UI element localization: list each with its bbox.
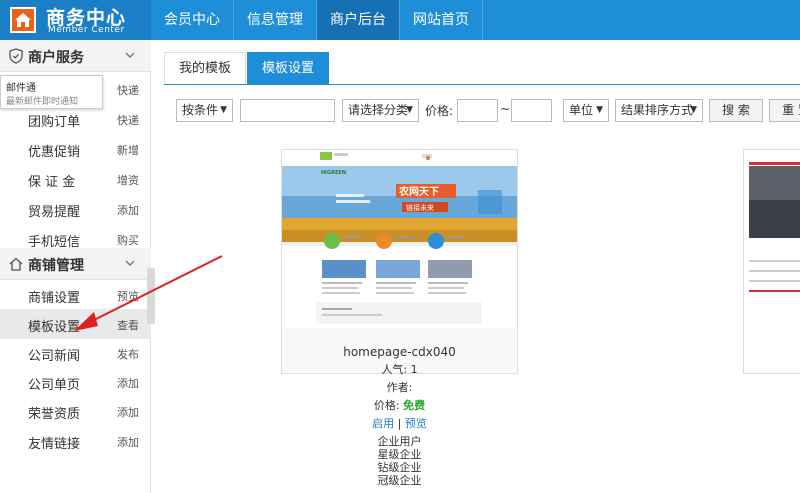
price-min-input[interactable]	[457, 99, 498, 122]
keyword-input[interactable]	[240, 99, 335, 122]
sidebar-item-action[interactable]: 发布	[117, 346, 139, 362]
condition-select[interactable]: 按条件 ▼	[176, 99, 233, 122]
main-nav: 会员中心 信息管理 商户后台 网站首页	[151, 0, 483, 40]
sidebar-item-label: 荣誉资质	[28, 407, 81, 422]
price-max-input[interactable]	[511, 99, 552, 122]
template-card-info: homepage-cdx040 人气: 1 作者: 价格: 免费 启用 | 预览…	[281, 343, 518, 487]
template-preview-image-2	[744, 150, 800, 373]
sort-select[interactable]: 结果排序方式 ▼	[615, 99, 703, 122]
sidebar-item-action[interactable]: 新增	[117, 142, 139, 158]
logo-subtitle: Member Center	[48, 25, 125, 35]
price-value: 免费	[403, 399, 426, 412]
template-author: 作者:	[386, 381, 413, 394]
tab-my-templates[interactable]: 我的模板	[164, 52, 247, 85]
section-label: 商铺管理	[28, 258, 84, 274]
sidebar-item-friend-links[interactable]: 友情链接 添加	[0, 426, 151, 456]
template-thumbnail-2[interactable]	[743, 149, 800, 374]
sidebar-item-template-settings[interactable]: 模板设置 查看	[0, 309, 151, 339]
level-crown-enterprise: 冠级企业	[377, 474, 422, 487]
sidebar-item-label: 保 证 金	[28, 175, 76, 190]
sidebar-item-company-pages[interactable]: 公司单页 添加	[0, 367, 151, 397]
price-label: 价格:	[373, 399, 400, 412]
home-icon	[10, 7, 36, 33]
chevron-down-icon	[125, 260, 135, 266]
nav-merchant-backend[interactable]: 商户后台	[317, 0, 400, 40]
section-label: 商户服务	[28, 50, 84, 66]
preview-link[interactable]: 预览	[405, 417, 427, 430]
action-separator: |	[397, 417, 402, 430]
sidebar-item-trade-alerts[interactable]: 贸易提醒 添加	[0, 194, 151, 224]
sidebar-item-label: 优惠促销	[28, 145, 81, 160]
logo[interactable]: 商务中心 Member Center	[0, 0, 151, 40]
dropdown-arrow-icon: ▼	[596, 105, 603, 115]
sidebar-item-label: 公司新闻	[28, 349, 81, 364]
level-diamond-enterprise: 钻级企业	[377, 461, 422, 474]
nav-site-home[interactable]: 网站首页	[400, 0, 483, 40]
tab-template-settings[interactable]: 模板设置	[247, 52, 330, 85]
main-content: 我的模板 模板设置 按条件 ▼ 请选择分类 ▼ 价格: ~ 单位 ▼ 结果排序方式 ▼ …	[152, 40, 800, 493]
home-outline-icon	[9, 257, 23, 271]
tab-underline	[164, 84, 800, 85]
sidebar-item-promotions[interactable]: 优惠促销 新增	[0, 134, 151, 164]
unit-select-value: 单位	[569, 103, 594, 117]
price-separator: ~	[500, 102, 511, 116]
sidebar-item-company-news[interactable]: 公司新闻 发布	[0, 338, 151, 368]
category-select-value: 请选择分类	[348, 103, 409, 117]
tooltip-title: 邮件通	[6, 83, 36, 94]
sidebar-item-label: 模板设置	[28, 320, 81, 335]
level-star-enterprise: 星级企业	[377, 448, 422, 461]
unit-select[interactable]: 单位 ▼	[563, 99, 609, 122]
level-enterprise-user: 企业用户	[377, 435, 422, 448]
price-label: 价格:	[425, 104, 454, 118]
chevron-down-icon	[125, 52, 135, 58]
sidebar-item-action[interactable]: 快递	[117, 82, 139, 98]
tooltip-desc: 最新邮件即时通知	[6, 97, 79, 107]
sidebar-item-action[interactable]: 添加	[117, 404, 139, 420]
sidebar-item-shop-settings[interactable]: 商铺设置 预览	[0, 280, 151, 310]
sidebar-item-label: 贸易提醒	[28, 205, 81, 220]
sidebar-item-action[interactable]: 添加	[117, 434, 139, 450]
sidebar-item-action[interactable]: 增资	[117, 172, 139, 188]
sort-select-value: 结果排序方式	[621, 103, 694, 117]
nav-member-center[interactable]: 会员中心	[151, 0, 234, 40]
top-bar: 商务中心 Member Center 会员中心 信息管理 商户后台 网站首页	[0, 0, 800, 40]
nav-info-management[interactable]: 信息管理	[234, 0, 317, 40]
template-name: homepage-cdx040	[343, 345, 456, 359]
dropdown-arrow-icon: ▼	[220, 105, 227, 115]
search-button[interactable]: 搜 索	[709, 99, 763, 122]
dropdown-arrow-icon: ▼	[406, 105, 413, 115]
template-thumbnail[interactable]: HIGREEN 农网天下 链接未来	[281, 149, 518, 374]
section-shop-management[interactable]: 商铺管理	[0, 248, 151, 280]
sidebar-item-deposit[interactable]: 保 证 金 增资	[0, 164, 151, 194]
thumb-banner-line2: 链接未来	[406, 203, 434, 212]
sidebar-item-action[interactable]: 快递	[117, 112, 139, 128]
template-popularity: 人气: 1	[381, 363, 418, 376]
sidebar-item-action[interactable]: 添加	[117, 202, 139, 218]
tab-bar: 我的模板 模板设置	[164, 52, 330, 85]
dropdown-arrow-icon: ▼	[690, 105, 697, 115]
sidebar-item-label: 商铺设置	[28, 291, 81, 306]
sidebar-item-action[interactable]: 购买	[117, 232, 139, 248]
template-preview-image: HIGREEN 农网天下 链接未来	[282, 150, 517, 373]
sidebar-item-honors[interactable]: 荣誉资质 添加	[0, 396, 151, 426]
template-actions: 启用 | 预览	[281, 415, 518, 433]
sidebar-item-action[interactable]: 添加	[117, 375, 139, 391]
thumb-brand: HIGREEN	[321, 170, 346, 176]
reset-button[interactable]: 重 置	[769, 99, 800, 122]
sidebar-item-label: 团购订单	[28, 115, 81, 130]
email-tooltip: 邮件通 最新邮件即时通知	[0, 75, 103, 109]
sidebar-item-label: 友情链接	[28, 437, 81, 452]
category-select[interactable]: 请选择分类 ▼	[342, 99, 419, 122]
sidebar-item-action[interactable]: 查看	[117, 317, 139, 333]
section-merchant-services[interactable]: 商户服务	[0, 40, 151, 72]
sidebar-item-label: 公司单页	[28, 378, 81, 393]
thumb-banner-line1: 农网天下	[398, 185, 439, 198]
condition-select-value: 按条件	[182, 103, 219, 117]
enable-link[interactable]: 启用	[372, 417, 394, 430]
template-price: 价格: 免费	[281, 397, 518, 415]
sidebar-item-action[interactable]: 预览	[117, 288, 139, 304]
shield-icon	[9, 48, 23, 64]
sidebar: 商户服务 快递 团购订单 快递 优惠促销 新增 保 证 金 增资 贸易提醒 添加…	[0, 40, 151, 493]
